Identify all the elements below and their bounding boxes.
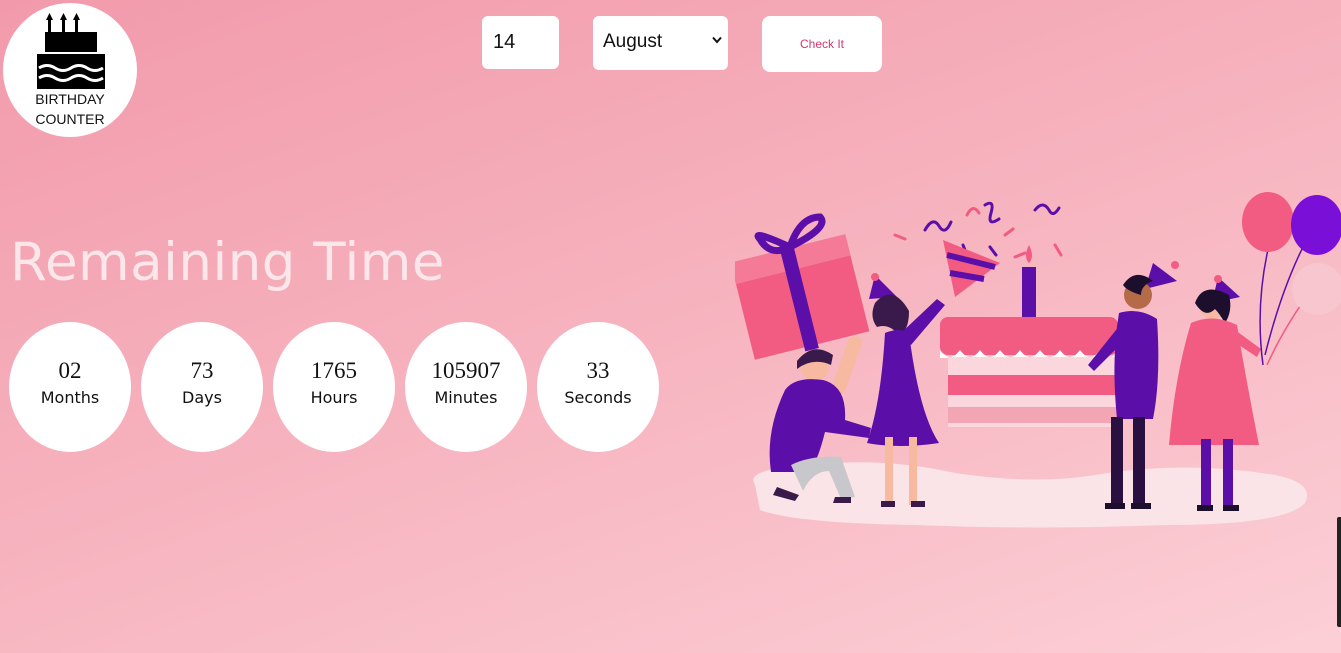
check-it-button[interactable]: Check It <box>762 16 882 72</box>
counter-value: 105907 <box>431 358 501 383</box>
counter-days: 73 Days <box>141 322 263 452</box>
birthday-counter-logo[interactable]: Birthday Counter <box>3 3 137 137</box>
month-select[interactable]: August <box>593 16 728 70</box>
counter-seconds: 33 Seconds <box>537 322 659 452</box>
counter-value: 1765 <box>311 358 357 383</box>
counter-label: Days <box>182 388 222 407</box>
counter-hours: 1765 Hours <box>273 322 395 452</box>
remaining-time-title: Remaining Time <box>10 232 445 293</box>
gift-box <box>735 213 870 360</box>
day-input[interactable] <box>482 16 559 69</box>
counter-label: Minutes <box>434 388 498 407</box>
birthday-cake-icon <box>37 13 105 89</box>
logo-line-1: Birthday <box>35 91 105 107</box>
confetti <box>893 201 1063 259</box>
counter-months: 02 Months <box>9 322 131 452</box>
counter-value: 02 <box>58 358 82 383</box>
scrollbar-edge[interactable] <box>1337 517 1341 627</box>
logo-text: Birthday Counter <box>3 89 137 129</box>
counter-label: Seconds <box>564 388 632 407</box>
counter-label: Months <box>40 388 100 407</box>
month-select-value: August <box>603 31 663 52</box>
logo-line-2: Counter <box>35 111 105 127</box>
counter-value: 33 <box>586 358 610 383</box>
chevron-down-icon <box>712 36 722 44</box>
counter-minutes: 105907 Minutes <box>405 322 527 452</box>
counter-value: 73 <box>190 358 214 383</box>
birthday-party-illustration <box>735 192 1341 528</box>
balloons <box>1242 192 1341 366</box>
counter-label: Hours <box>310 388 358 407</box>
